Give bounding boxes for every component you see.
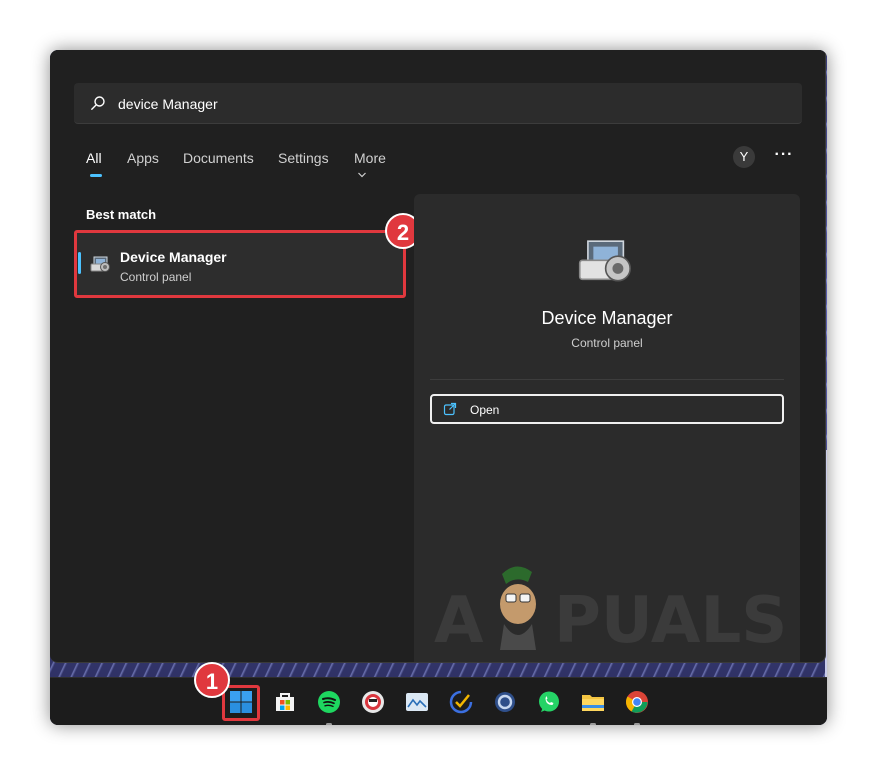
circle-app-icon xyxy=(362,691,384,713)
open-button[interactable]: Open xyxy=(430,394,784,424)
running-indicator xyxy=(634,723,640,725)
taskbar-file-explorer[interactable] xyxy=(576,685,610,725)
start-search-panel: All Apps Documents Settings More Y ··· B… xyxy=(50,50,826,663)
tab-documents[interactable]: Documents xyxy=(183,150,254,166)
running-indicator xyxy=(590,723,596,725)
tab-apps[interactable]: Apps xyxy=(127,150,159,166)
appuals-watermark: A PUALS xyxy=(434,562,814,652)
svg-text:PUALS: PUALS xyxy=(554,584,787,652)
highlight-box-start xyxy=(222,685,260,721)
best-match-heading: Best match xyxy=(86,207,157,222)
whatsapp-icon xyxy=(539,691,559,712)
taskbar-chrome[interactable] xyxy=(620,685,654,725)
ring-app-icon xyxy=(495,692,515,712)
chevron-down-icon xyxy=(358,172,366,178)
taskbar-tasks[interactable] xyxy=(444,685,478,719)
tab-all[interactable]: All xyxy=(86,150,102,166)
tab-more[interactable]: More xyxy=(354,150,386,182)
open-external-icon xyxy=(443,402,457,421)
spotify-icon xyxy=(318,691,340,713)
taskbar-store[interactable] xyxy=(268,685,302,719)
preview-subtitle: Control panel xyxy=(571,336,643,350)
svg-text:A: A xyxy=(434,584,484,652)
taskbar-app-circle[interactable] xyxy=(356,685,390,719)
search-input[interactable] xyxy=(116,83,780,125)
taskbar-photos[interactable] xyxy=(400,685,434,719)
step-badge-1: 1 xyxy=(194,662,230,698)
watermark-logo: A PUALS xyxy=(434,566,787,652)
taskbar-spotify[interactable] xyxy=(312,685,346,725)
taskbar xyxy=(50,677,827,725)
open-button-label: Open xyxy=(470,403,500,417)
search-icon xyxy=(90,95,106,111)
tab-more-label: More xyxy=(354,150,386,166)
taskbar-whatsapp[interactable] xyxy=(532,685,566,719)
device-manager-icon xyxy=(577,238,637,293)
taskbar-app-ring[interactable] xyxy=(488,685,522,719)
active-tab-indicator xyxy=(90,174,102,177)
highlight-box-result xyxy=(74,230,406,298)
tab-settings[interactable]: Settings xyxy=(278,150,329,166)
running-indicator xyxy=(326,723,332,725)
chrome-icon xyxy=(626,691,648,713)
screenshot-frame: All Apps Documents Settings More Y ··· B… xyxy=(50,50,827,725)
more-options-button[interactable]: ··· xyxy=(773,146,795,168)
photos-icon xyxy=(406,693,428,711)
folder-icon xyxy=(582,695,604,711)
store-icon xyxy=(276,693,294,711)
preview-title: Device Manager xyxy=(541,308,673,328)
preview-divider xyxy=(430,379,784,380)
check-icon xyxy=(449,690,473,714)
search-box[interactable] xyxy=(74,83,802,125)
user-avatar[interactable]: Y xyxy=(733,146,755,168)
